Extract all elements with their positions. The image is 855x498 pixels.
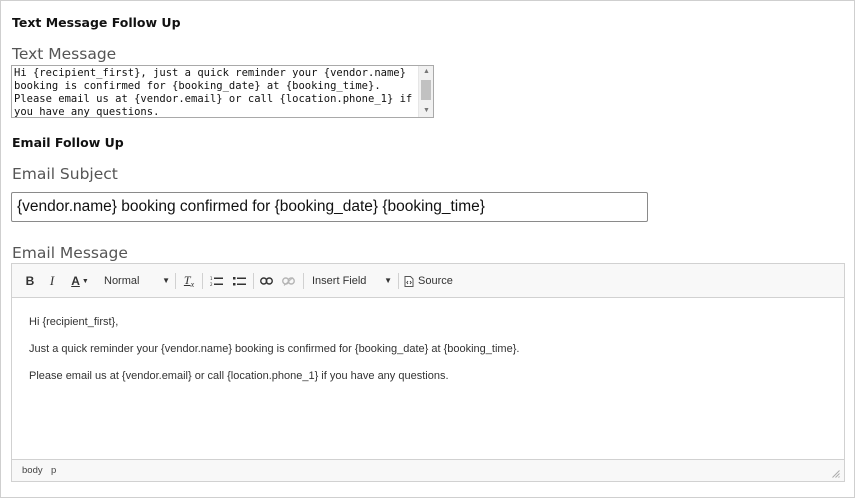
text-message-section-heading: Text Message Follow Up: [12, 15, 181, 30]
scroll-down-icon[interactable]: ▼: [419, 105, 433, 117]
source-button[interactable]: Source: [404, 271, 454, 291]
numbered-list-icon: 1 2: [210, 276, 223, 287]
toolbar-separator: [253, 273, 254, 289]
editor-statusbar: body p: [12, 459, 844, 481]
email-subject-input[interactable]: {vendor.name} booking confirmed for {boo…: [11, 192, 648, 222]
text-color-button[interactable]: A ▼: [67, 271, 93, 291]
email-subject-label: Email Subject: [12, 165, 118, 183]
text-message-textarea[interactable]: Hi {recipient_first}, just a quick remin…: [11, 65, 434, 118]
numbered-list-button[interactable]: 1 2: [207, 271, 225, 291]
email-message-editor: B I A ▼ Normal ▼ Tx 1 2 Insert Field ▼ S…: [11, 263, 845, 482]
source-icon: [404, 275, 414, 287]
format-select[interactable]: Normal ▼: [104, 271, 170, 291]
text-color-icon: A: [71, 274, 80, 288]
editor-paragraph[interactable]: Please email us at {vendor.email} or cal…: [29, 370, 829, 382]
format-select-value: Normal: [104, 275, 140, 287]
remove-format-icon: Tx: [183, 273, 195, 289]
chevron-down-icon: ▼: [384, 276, 392, 285]
path-crumb-body[interactable]: body: [22, 465, 43, 476]
source-label: Source: [418, 275, 453, 287]
editor-paragraph[interactable]: Just a quick reminder your {vendor.name}…: [29, 343, 829, 355]
insert-field-select[interactable]: Insert Field ▼: [312, 271, 392, 291]
chevron-down-icon: ▼: [81, 277, 89, 285]
editor-content-area[interactable]: Hi {recipient_first}, Just a quick remin…: [29, 316, 829, 397]
bulleted-list-button[interactable]: [230, 271, 248, 291]
editor-paragraph[interactable]: Hi {recipient_first},: [29, 316, 829, 328]
toolbar-separator: [202, 273, 203, 289]
unlink-button[interactable]: [279, 271, 297, 291]
email-message-label: Email Message: [12, 244, 128, 262]
svg-text:1: 1: [210, 276, 213, 281]
resize-grip-icon[interactable]: [832, 470, 840, 478]
text-message-label: Text Message: [12, 45, 117, 63]
path-crumb-p[interactable]: p: [51, 465, 56, 476]
text-message-value[interactable]: Hi {recipient_first}, just a quick remin…: [14, 67, 418, 117]
scroll-up-icon[interactable]: ▲: [419, 66, 433, 78]
link-icon: [259, 277, 273, 285]
italic-button[interactable]: I: [44, 271, 60, 291]
text-message-scrollbar[interactable]: ▲ ▼: [418, 66, 433, 117]
scroll-thumb[interactable]: [421, 80, 431, 100]
svg-text:2: 2: [210, 282, 213, 287]
toolbar-separator: [175, 273, 176, 289]
bold-button[interactable]: B: [22, 271, 38, 291]
toolbar-separator: [398, 273, 399, 289]
remove-format-button[interactable]: Tx: [180, 271, 198, 291]
editor-toolbar: B I A ▼ Normal ▼ Tx 1 2 Insert Field ▼ S…: [12, 264, 844, 298]
insert-field-select-value: Insert Field: [312, 275, 367, 287]
unlink-icon: [281, 276, 295, 286]
chevron-down-icon: ▼: [162, 276, 170, 285]
email-section-heading: Email Follow Up: [12, 135, 124, 150]
toolbar-separator: [303, 273, 304, 289]
bulleted-list-icon: [232, 276, 246, 285]
link-button[interactable]: [257, 271, 275, 291]
